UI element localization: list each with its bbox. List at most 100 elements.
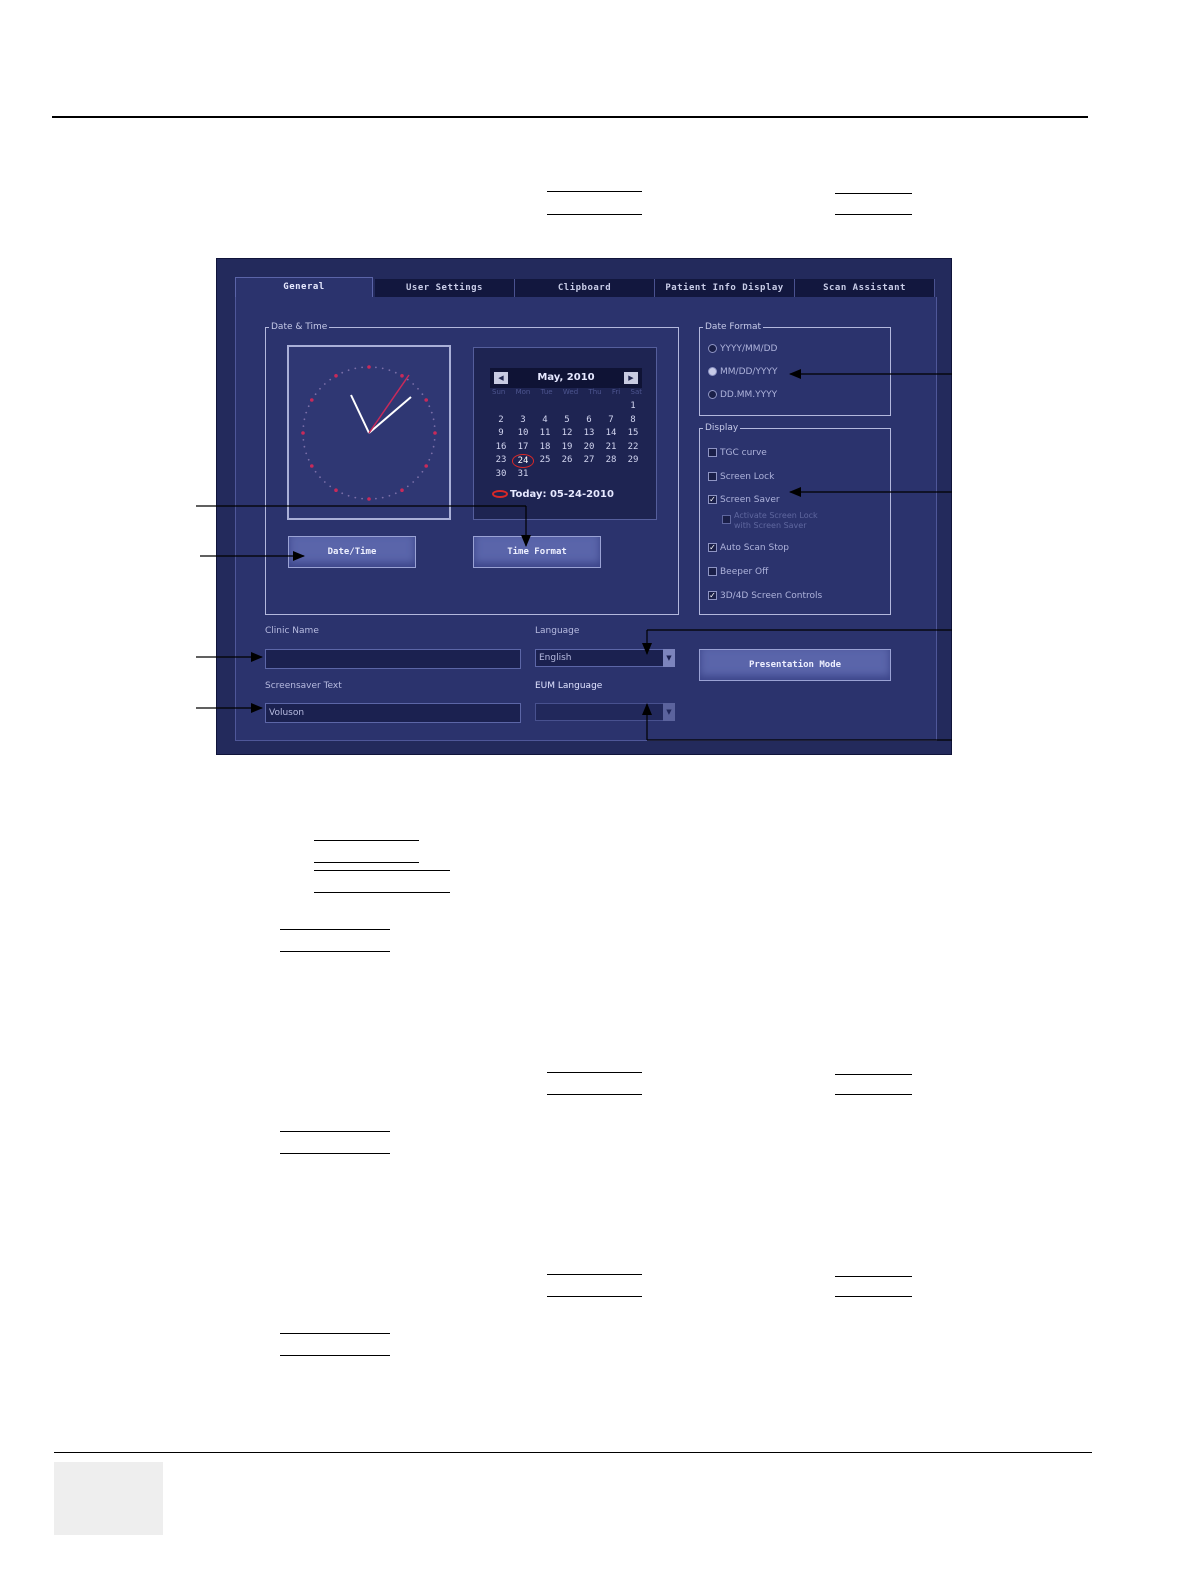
tab-bar: General User Settings Clipboard Patient … <box>217 277 951 297</box>
calendar-day[interactable]: 27 <box>578 454 600 468</box>
calendar-day[interactable]: 16 <box>490 441 512 455</box>
checkbox-icon[interactable] <box>708 567 717 576</box>
clock-tick <box>302 439 305 441</box>
tab-scan-assistant[interactable]: Scan Assistant <box>795 279 935 297</box>
blank-line <box>835 1296 912 1297</box>
header-rule <box>52 116 1088 118</box>
clock-tick <box>323 383 326 385</box>
weekday-label: Wed <box>562 388 579 396</box>
tab-patient-info-display[interactable]: Patient Info Display <box>655 279 795 297</box>
tab-user-settings[interactable]: User Settings <box>375 279 515 297</box>
calendar-day[interactable]: 31 <box>512 468 534 482</box>
calendar-day[interactable]: 11 <box>534 427 556 441</box>
calendar-week-row: 16 17 18 19 20 21 22 <box>490 441 644 455</box>
date-format-option[interactable]: DD.MM.YYYY <box>708 388 777 402</box>
calendar-day[interactable]: 24 <box>512 454 534 468</box>
tab-clipboard[interactable]: Clipboard <box>515 279 655 297</box>
calendar-day[interactable]: 3 <box>512 414 534 428</box>
display-option-label: Beeper Off <box>720 567 769 577</box>
clock-tick <box>305 411 308 414</box>
display-option-screen-lock[interactable]: Screen Lock <box>708 470 774 484</box>
clock-tick <box>432 445 435 448</box>
time-format-button[interactable]: Time Format <box>473 536 601 568</box>
clock-tick <box>361 366 363 369</box>
display-option-tgc-curve[interactable]: TGC curve <box>708 446 767 460</box>
calendar-day[interactable]: 29 <box>622 454 644 468</box>
calendar-week-row: 9 10 11 12 13 14 15 <box>490 427 644 441</box>
calendar-day[interactable]: 22 <box>622 441 644 455</box>
calendar-day[interactable]: 19 <box>556 441 578 455</box>
clock-face-icon <box>301 365 437 501</box>
clock-tick <box>433 425 436 427</box>
calendar-day[interactable]: 9 <box>490 427 512 441</box>
blank-line <box>547 1094 642 1095</box>
weekday-label: Sat <box>630 388 642 396</box>
calendar-day[interactable]: 26 <box>556 454 578 468</box>
display-group: Display TGC curve Screen Lock ✓ Screen Sa… <box>699 422 891 615</box>
calendar-day[interactable]: 2 <box>490 414 512 428</box>
date-format-option[interactable]: YYYY/MM/DD <box>708 342 777 356</box>
calendar-day[interactable]: 6 <box>578 414 600 428</box>
display-legend: Display <box>703 422 741 434</box>
date-format-group: Date Format YYYY/MM/DD MM/DD/YYYY DD.MM.… <box>699 321 891 416</box>
clock-tick <box>428 458 431 461</box>
clock-tick <box>412 481 415 483</box>
radio-selected-icon[interactable] <box>708 367 717 376</box>
clinic-name-input[interactable] <box>265 649 521 669</box>
checkbox-checked-icon[interactable]: ✓ <box>708 591 717 600</box>
display-option-lock-with-saver[interactable]: Activate Screen Lock with Screen Saver <box>722 511 832 533</box>
clock-tick <box>319 476 321 479</box>
chevron-down-icon[interactable]: ▼ <box>663 703 675 721</box>
calendar-day[interactable]: 25 <box>534 454 556 468</box>
date-time-button[interactable]: Date/Time <box>288 536 416 568</box>
radio-icon[interactable] <box>708 344 717 353</box>
tab-general[interactable]: General <box>235 277 373 297</box>
screensaver-text-input[interactable]: Voluson <box>265 703 521 723</box>
language-select[interactable]: English ▼ <box>535 649 675 667</box>
display-option-screen-saver[interactable]: ✓ Screen Saver <box>708 493 780 507</box>
eum-language-select[interactable]: ▼ <box>535 703 675 721</box>
clock-tick <box>347 369 350 372</box>
calendar-day[interactable]: 21 <box>600 441 622 455</box>
calendar-day[interactable]: 15 <box>622 427 644 441</box>
clock-tick <box>375 497 377 500</box>
checkbox-checked-icon[interactable]: ✓ <box>708 543 717 552</box>
checkbox-icon[interactable] <box>708 472 717 481</box>
calendar-day[interactable]: 1 <box>622 400 644 414</box>
prev-month-button[interactable]: ◀ <box>494 372 508 384</box>
calendar-day[interactable]: 10 <box>512 427 534 441</box>
calendar-day[interactable]: 12 <box>556 427 578 441</box>
presentation-mode-button[interactable]: Presentation Mode <box>699 649 891 681</box>
clock-tick <box>394 371 397 374</box>
calendar-day[interactable]: 23 <box>490 454 512 468</box>
radio-icon[interactable] <box>708 390 717 399</box>
date-format-option[interactable]: MM/DD/YYYY <box>708 365 777 379</box>
display-option-auto-scan-stop[interactable]: ✓ Auto Scan Stop <box>708 541 789 555</box>
calendar-day[interactable]: 5 <box>556 414 578 428</box>
calendar-day <box>512 400 534 414</box>
display-option-beeper-off[interactable]: Beeper Off <box>708 565 768 579</box>
clock-tick <box>302 425 305 427</box>
calendar-day[interactable]: 7 <box>600 414 622 428</box>
calendar-day[interactable]: 17 <box>512 441 534 455</box>
blank-line <box>835 214 912 215</box>
calendar-day[interactable]: 4 <box>534 414 556 428</box>
today-label: Today: 05-24-2010 <box>510 489 614 500</box>
calendar-day <box>578 468 600 482</box>
clock-tick <box>430 411 433 414</box>
calendar-day[interactable]: 13 <box>578 427 600 441</box>
calendar-day[interactable]: 8 <box>622 414 644 428</box>
calendar-day[interactable]: 28 <box>600 454 622 468</box>
calendar-day[interactable]: 30 <box>490 468 512 482</box>
display-option-3d-4d-controls[interactable]: ✓ 3D/4D Screen Controls <box>708 589 822 603</box>
calendar-day[interactable]: 14 <box>600 427 622 441</box>
checkbox-checked-icon[interactable]: ✓ <box>708 495 717 504</box>
clock-tick <box>310 464 314 468</box>
calendar-day[interactable]: 20 <box>578 441 600 455</box>
checkbox-icon[interactable] <box>708 448 717 457</box>
calendar-day[interactable]: 18 <box>534 441 556 455</box>
chevron-down-icon[interactable]: ▼ <box>663 649 675 667</box>
clock-tick <box>329 378 332 381</box>
checkbox-icon[interactable] <box>722 515 731 524</box>
next-month-button[interactable]: ▶ <box>624 372 638 384</box>
